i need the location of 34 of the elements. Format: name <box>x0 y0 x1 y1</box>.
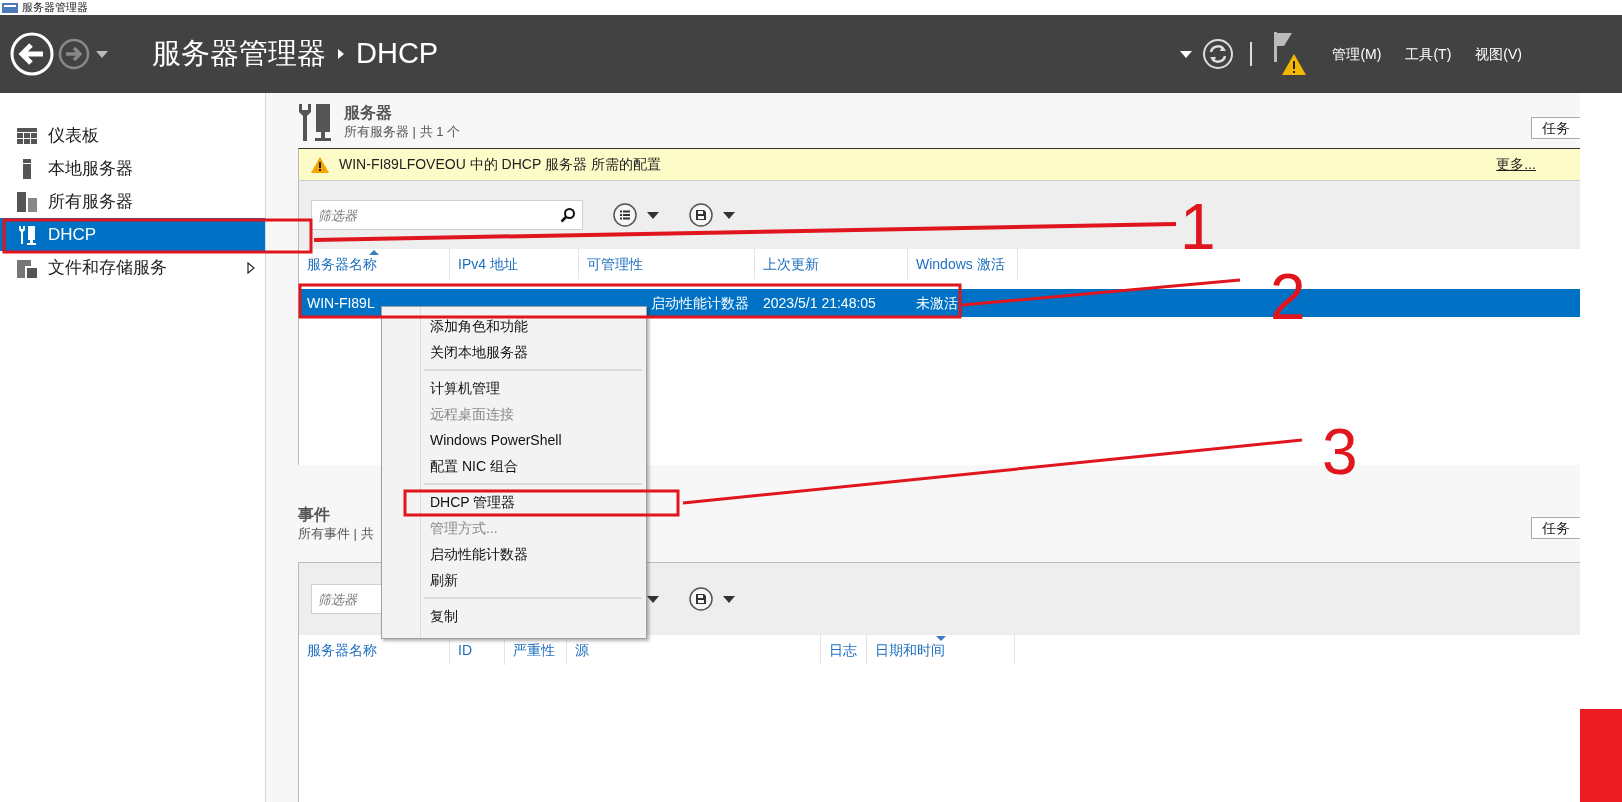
annotation-number: 3 <box>1322 420 1358 484</box>
more-link[interactable]: 更多... <box>1496 154 1536 175</box>
table-cell-text: 未激活 <box>916 293 958 313</box>
breadcrumb-current: DHCP <box>356 36 439 72</box>
menu-item[interactable]: Windows PowerShell <box>424 427 642 453</box>
section-subtitle: 所有事件 | 共 <box>298 525 374 543</box>
menu-button[interactable]: 工具(T) <box>1405 43 1452 65</box>
menu-item[interactable]: 复制 <box>424 603 642 629</box>
sidebar-item[interactable]: 仪表板 <box>0 119 265 152</box>
section-subtitle: 所有服务器 | 共 1 个 <box>344 123 461 141</box>
sidebar-item[interactable]: 文件和存储服务 <box>0 251 265 284</box>
notice-text: WIN-FI89LFOVEOU 中的 DHCP 服务器 所需的配置 <box>339 155 661 174</box>
breadcrumb-root[interactable]: 服务器管理器 <box>152 32 326 76</box>
table-cell-text: 2023/5/1 21:48:05 <box>763 293 876 313</box>
tasks-button[interactable]: 任务 <box>1531 517 1580 539</box>
annotation-number: 1 <box>1180 195 1216 259</box>
table-cell-text: WIN-FI89L <box>307 293 375 313</box>
sidebar-item[interactable]: 本地服务器 <box>0 152 265 185</box>
menu-item[interactable]: DHCP 管理器 <box>424 489 642 515</box>
sidebar-item[interactable]: DHCP <box>0 218 265 251</box>
menu-button[interactable]: 视图(V) <box>1475 43 1522 65</box>
menu-item[interactable]: 配置 NIC 组合 <box>424 453 642 479</box>
menu-button[interactable]: 管理(M) <box>1332 43 1382 65</box>
section-title: 服务器 <box>344 103 393 123</box>
sidebar-item[interactable]: 所有服务器 <box>0 185 265 218</box>
menu-item[interactable]: 启动性能计数器 <box>424 541 642 567</box>
menu-item[interactable]: 计算机管理 <box>424 375 642 401</box>
tasks-button[interactable]: 任务 <box>1531 117 1580 139</box>
filter-field[interactable]: 筛选器 <box>311 200 583 230</box>
menu-item[interactable]: 刷新 <box>424 567 642 593</box>
table-cell-text: 启动性能计数器 <box>651 293 749 313</box>
window-title: 服务器管理器 <box>22 2 88 13</box>
section-title: 事件 <box>298 505 331 525</box>
menu-item[interactable]: 关闭本地服务器 <box>424 339 642 365</box>
